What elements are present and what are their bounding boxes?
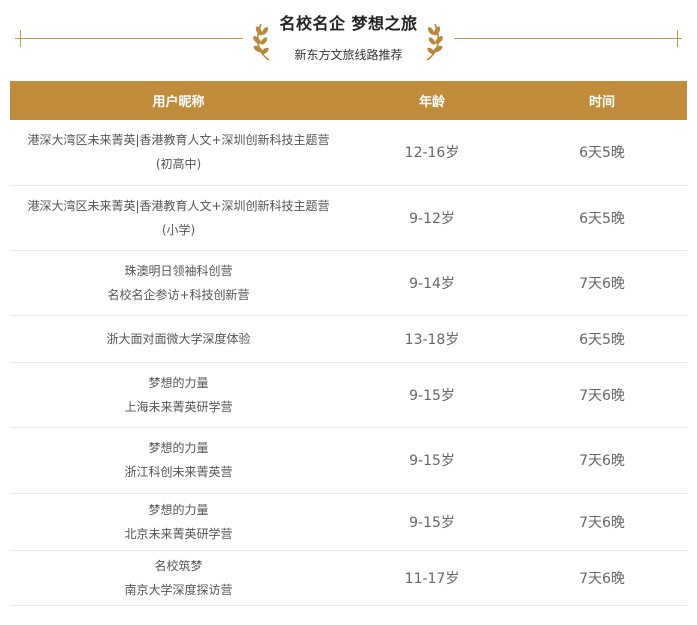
column-header-age: 年龄 [347, 81, 517, 120]
age-cell: 9-15岁 [347, 493, 517, 551]
duration-cell: 6天5晚 [517, 315, 687, 363]
route-name-line1: 浙大面对面微大学深度体验 [106, 331, 251, 346]
age-cell: 9-12岁 [347, 185, 517, 251]
route-name-line1: 名校筑梦 [154, 558, 203, 573]
page-subtitle: 新东方文旅线路推荐 [294, 48, 403, 62]
duration-cell: 7天6晚 [517, 493, 687, 551]
page-header: 名校名企 梦想之旅 新东方文旅线路推荐 [0, 0, 697, 80]
route-name-line2: 上海未来菁英研学营 [124, 399, 233, 414]
table-row: 梦想的力量 北京未来菁英研学营 9-15岁 7天6晚 [10, 493, 687, 551]
column-header-name: 用户昵称 [10, 81, 347, 120]
route-name-cell: 港深大湾区未来菁英|香港教育人文+深圳创新科技主题营 (小学) [10, 185, 347, 251]
route-name-line2: 名校名企参访+科技创新营 [107, 287, 250, 302]
age-cell: 9-15岁 [347, 427, 517, 494]
table-row: 梦想的力量 浙江科创未来菁英营 9-15岁 7天6晚 [10, 427, 687, 494]
route-name-cell: 浙大面对面微大学深度体验 [10, 315, 347, 363]
routes-table: 用户昵称 年龄 时间 港深大湾区未来菁英|香港教育人文+深圳创新科技主题营 (初… [10, 81, 687, 606]
age-cell: 9-15岁 [347, 362, 517, 428]
age-cell: 9-14岁 [347, 250, 517, 316]
duration-cell: 6天5晚 [517, 120, 687, 186]
header-divider-right [454, 38, 682, 39]
route-name-cell: 梦想的力量 浙江科创未来菁英营 [10, 427, 347, 494]
route-name-cell: 名校筑梦 南京大学深度探访营 [10, 550, 347, 606]
route-name-cell: 港深大湾区未来菁英|香港教育人文+深圳创新科技主题营 (初高中) [10, 120, 347, 186]
table-row: 浙大面对面微大学深度体验 13-18岁 6天5晚 [10, 315, 687, 363]
route-name-line2: 南京大学深度探访营 [124, 582, 233, 597]
route-name-cell: 梦想的力量 上海未来菁英研学营 [10, 362, 347, 428]
duration-cell: 7天6晚 [517, 550, 687, 606]
page-title: 名校名企 梦想之旅 [279, 14, 418, 33]
table-row: 港深大湾区未来菁英|香港教育人文+深圳创新科技主题营 (小学) 9-12岁 6天… [10, 185, 687, 251]
route-name-line2: (小学) [161, 222, 196, 237]
route-name-cell: 梦想的力量 北京未来菁英研学营 [10, 493, 347, 551]
route-name-line1: 珠澳明日领袖科创营 [124, 263, 233, 278]
header-divider-left [15, 38, 243, 39]
age-cell: 13-18岁 [347, 315, 517, 363]
route-name-line1: 梦想的力量 [148, 441, 209, 455]
table-row: 名校筑梦 南京大学深度探访营 11-17岁 7天6晚 [10, 550, 687, 606]
duration-cell: 7天6晚 [517, 362, 687, 428]
duration-cell: 6天5晚 [517, 185, 687, 251]
route-name-line2: 浙江科创未来菁英营 [124, 465, 233, 479]
table-row: 梦想的力量 上海未来菁英研学营 9-15岁 7天6晚 [10, 362, 687, 428]
route-name-line1: 梦想的力量 [148, 375, 209, 390]
route-name-line1: 港深大湾区未来菁英|香港教育人文+深圳创新科技主题营 [27, 198, 330, 213]
age-cell: 12-16岁 [347, 120, 517, 186]
route-name-line1: 港深大湾区未来菁英|香港教育人文+深圳创新科技主题营 [27, 133, 330, 148]
table-header-row: 用户昵称 年龄 时间 [10, 81, 687, 120]
route-name-cell: 珠澳明日领袖科创营 名校名企参访+科技创新营 [10, 250, 347, 316]
column-header-duration: 时间 [517, 81, 687, 120]
route-name-line2: 北京未来菁英研学营 [124, 526, 233, 541]
route-name-line1: 梦想的力量 [148, 502, 209, 517]
route-name-line2: (初高中) [155, 157, 202, 172]
age-cell: 11-17岁 [347, 550, 517, 606]
duration-cell: 7天6晚 [517, 427, 687, 494]
table-row: 港深大湾区未来菁英|香港教育人文+深圳创新科技主题营 (初高中) 12-16岁 … [10, 120, 687, 186]
table-row: 珠澳明日领袖科创营 名校名企参访+科技创新营 9-14岁 7天6晚 [10, 250, 687, 316]
duration-cell: 7天6晚 [517, 250, 687, 316]
